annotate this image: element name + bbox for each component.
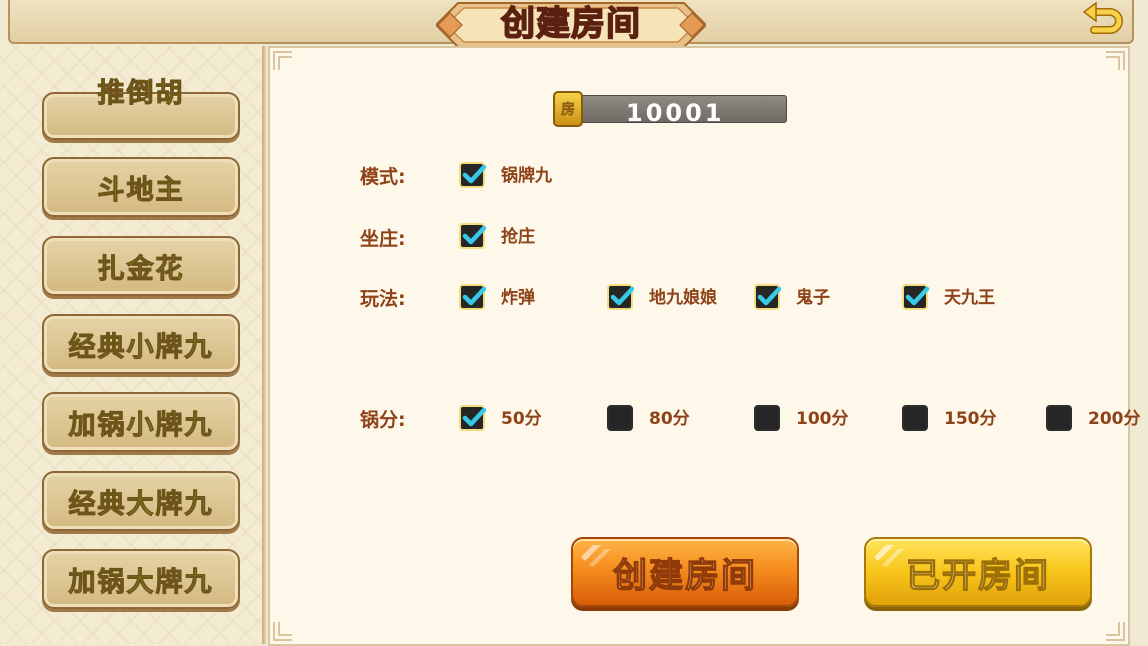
corner-ornament-icon (273, 51, 292, 70)
checkmark-icon (610, 286, 635, 306)
option-label: 抢庄 (501, 227, 535, 247)
checkmark-icon (905, 286, 930, 306)
checkmark-icon (462, 286, 487, 306)
sidebar-item-zhajinhua[interactable]: 扎金花 (42, 236, 240, 296)
page-title: 创建房间 (500, 3, 641, 45)
pot-score-label: 锅分: (360, 409, 406, 431)
create-room-button[interactable]: 创建房间 (571, 537, 799, 607)
checkbox[interactable] (459, 284, 487, 310)
sidebar-item-label: 经典大牌九 (68, 488, 214, 520)
option-label: 200分 (1088, 409, 1141, 429)
sidebar-item-pot-big-paijiu[interactable]: 加锅大牌九 (42, 549, 240, 609)
sidebar-item-label: 经典小牌九 (68, 331, 214, 363)
sidebar-item-classic-small-paijiu[interactable]: 经典小牌九 (42, 314, 240, 374)
sidebar-item-doudizhu[interactable]: 斗地主 (42, 157, 240, 217)
option-label: 炸弹 (501, 288, 535, 308)
sidebar-item-label: 加锅小牌九 (68, 409, 214, 441)
title-plate: 创建房间 (436, 0, 706, 50)
corner-ornament-icon (273, 622, 292, 641)
sidebar-item-label: 斗地主 (97, 174, 185, 206)
option-label: 150分 (944, 409, 997, 429)
checkbox[interactable] (902, 405, 928, 431)
sidebar-item-label: 扎金花 (97, 253, 185, 285)
checkbox[interactable] (607, 284, 635, 310)
option-label: 鬼子 (796, 288, 830, 308)
checkmark-icon (462, 225, 487, 245)
room-number-bar: 10001 (575, 95, 787, 127)
option-label: 80分 (649, 409, 690, 429)
corner-ornament-icon (1106, 622, 1125, 641)
room-number-display: 10001 房 (553, 91, 787, 127)
checkmark-icon (462, 164, 487, 184)
checkbox[interactable] (754, 405, 780, 431)
checkbox[interactable] (459, 223, 487, 249)
back-arrow-icon (1082, 1, 1123, 34)
option-label: 50分 (501, 409, 542, 429)
checkbox[interactable] (902, 284, 930, 310)
option-label: 100分 (796, 409, 849, 429)
checkbox[interactable] (1046, 405, 1072, 431)
checkmark-icon (462, 407, 487, 427)
checkbox[interactable] (459, 162, 487, 188)
option-label: 地九娘娘 (649, 288, 717, 308)
room-number: 10001 (626, 99, 725, 127)
option-label: 锅牌九 (501, 166, 552, 186)
sidebar-divider (262, 46, 266, 644)
sidebar-item-pot-small-paijiu[interactable]: 加锅小牌九 (42, 392, 240, 452)
mode-label: 模式: (360, 166, 406, 188)
play-label: 玩法: (360, 288, 406, 310)
room-icon: 房 (553, 91, 583, 127)
sparkle-icon (581, 545, 611, 567)
back-button[interactable] (1080, 1, 1126, 42)
checkmark-icon (757, 286, 782, 306)
opened-rooms-button[interactable]: 已开房间 (864, 537, 1092, 607)
checkbox[interactable] (607, 405, 633, 431)
sidebar-item-tuidaohu[interactable]: 推倒胡 (42, 78, 240, 140)
checkbox[interactable] (459, 405, 487, 431)
sparkle-icon (874, 545, 904, 567)
option-label: 天九王 (944, 288, 995, 308)
sidebar-item-classic-big-paijiu[interactable]: 经典大牌九 (42, 471, 240, 531)
corner-ornament-icon (1106, 51, 1125, 70)
sidebar-item-label: 加锅大牌九 (68, 566, 214, 598)
banker-label: 坐庄: (360, 228, 406, 250)
checkbox[interactable] (754, 284, 782, 310)
